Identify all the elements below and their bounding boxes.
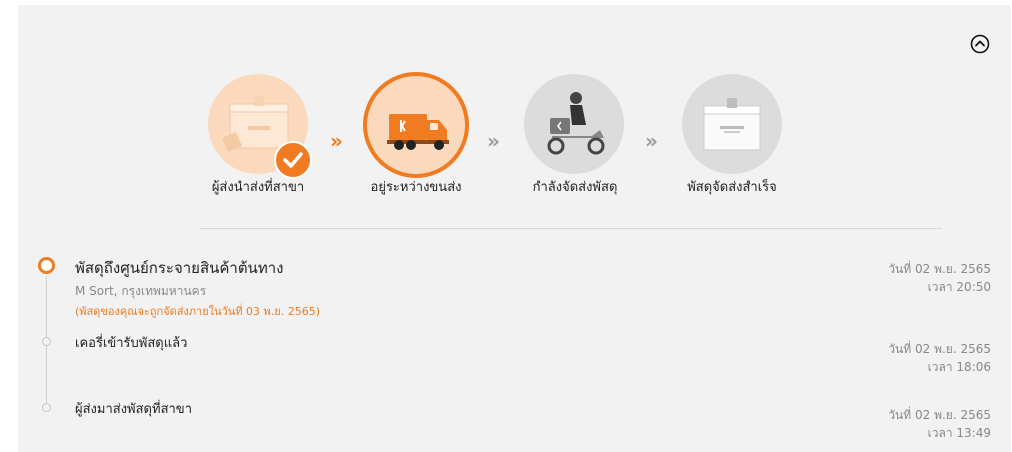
- timeline-dot: [42, 337, 51, 346]
- event-date: วันที่ 02 พ.ย. 2565: [888, 408, 991, 422]
- step-in-transit: [363, 72, 469, 178]
- event-time: เวลา 13:49: [927, 426, 991, 440]
- double-chevron-icon: »: [645, 129, 658, 153]
- double-chevron-icon: »: [330, 129, 343, 153]
- step-label-in-transit: อยู่ระหว่างขนส่ง: [370, 180, 462, 195]
- timeline-dot: [42, 403, 51, 412]
- double-chevron-icon: »: [487, 129, 500, 153]
- step-label-dropoff: ผู้ส่งนำส่งที่สาขา: [211, 180, 305, 195]
- step-out-for-delivery: [524, 74, 624, 174]
- step-arrow-2: »: [487, 129, 500, 153]
- completed-badge: [274, 141, 312, 179]
- step-arrow-3: »: [645, 129, 658, 153]
- event-title: พัสดุถึงศูนย์กระจายสินค้าต้นทาง: [75, 259, 284, 277]
- motorcycle-courier-icon: [547, 92, 605, 155]
- divider: [200, 228, 942, 229]
- step-delivered: [682, 74, 782, 174]
- event-date: วันที่ 02 พ.ย. 2565: [888, 342, 991, 356]
- check-icon: [283, 152, 303, 168]
- event-delivery-note: (พัสดุของคุณจะถูกจัดส่งภายในวันที่ 03 พ.…: [75, 305, 320, 318]
- event-date: วันที่ 02 พ.ย. 2565: [888, 262, 991, 276]
- delivered-box-icon: [703, 98, 761, 151]
- event-time: เวลา 18:06: [927, 360, 991, 374]
- delivery-truck-icon: [387, 114, 449, 150]
- collapse-button[interactable]: [970, 34, 990, 54]
- timeline-dot-active: [38, 257, 55, 274]
- step-arrow-1: »: [330, 129, 343, 153]
- event-location: M Sort, กรุงเทพมหานคร: [75, 284, 207, 298]
- step-label-out-for-delivery: กำลังจัดส่งพัสดุ: [532, 180, 618, 195]
- event-time: เวลา 20:50: [927, 280, 991, 294]
- step-label-delivered: พัสดุจัดส่งสำเร็จ: [687, 180, 777, 195]
- event-title: เคอรี่เข้ารับพัสดุแล้ว: [75, 336, 188, 351]
- event-title: ผู้ส่งมาส่งพัสดุที่สาขา: [75, 402, 192, 417]
- chevron-up-icon: [970, 34, 990, 54]
